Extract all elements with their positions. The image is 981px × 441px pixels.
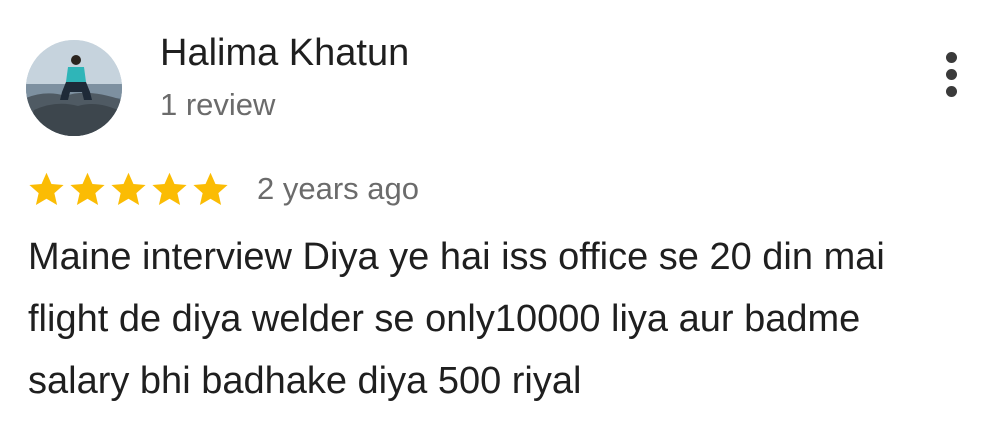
- review-timestamp: 2 years ago: [257, 171, 419, 206]
- star-icon: [70, 172, 105, 205]
- more-vertical-icon-dot: [946, 86, 957, 97]
- review-text: Maine interview Diya ye hai iss office s…: [28, 236, 885, 402]
- more-vertical-icon-dot: [946, 69, 957, 80]
- review-card: Halima Khatun 1 review 2 years ago Maine…: [0, 0, 981, 441]
- avatar-photo-icon: [26, 40, 122, 136]
- star-rating: [26, 169, 231, 210]
- reviewer-name[interactable]: Halima Khatun: [160, 30, 409, 76]
- star-icon: [193, 172, 228, 205]
- more-vertical-icon: [946, 52, 957, 63]
- more-options-button[interactable]: [930, 48, 974, 100]
- star-icon: [111, 172, 146, 205]
- reviewer-avatar[interactable]: [26, 40, 122, 136]
- star-icon: [152, 172, 187, 205]
- reviewer-review-count: 1 review: [160, 87, 276, 122]
- rating-row: 2 years ago: [26, 166, 419, 212]
- star-icon: [29, 172, 64, 205]
